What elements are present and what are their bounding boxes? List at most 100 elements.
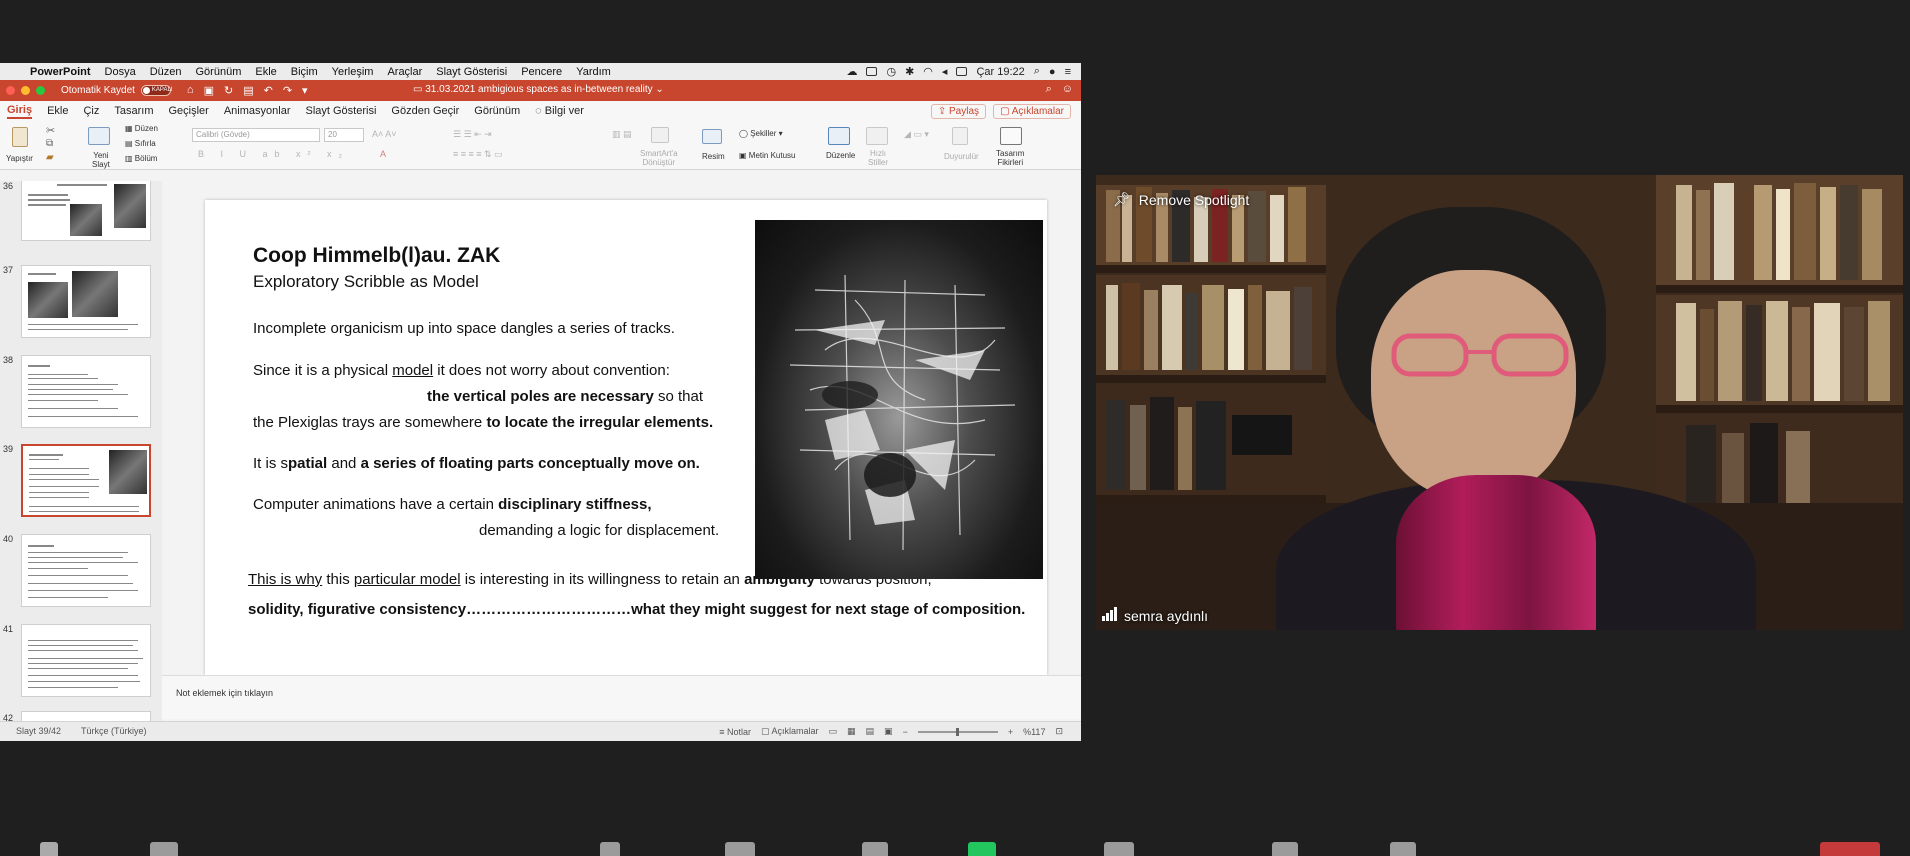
new-slide-label[interactable]: Yeni Slayt bbox=[92, 151, 110, 169]
zoom-slider[interactable] bbox=[917, 727, 998, 736]
slide-photo-model[interactable] bbox=[755, 220, 1043, 579]
share-screen-icon[interactable] bbox=[968, 842, 996, 856]
menu-window[interactable]: Pencere bbox=[521, 66, 562, 78]
slide-thumbnail-38[interactable] bbox=[21, 355, 151, 428]
time-machine-icon[interactable]: ◷ bbox=[886, 65, 896, 78]
picture-icon[interactable] bbox=[702, 129, 722, 144]
bullets-icon[interactable]: ☰ ☰ ⇤ ⇥ bbox=[453, 129, 492, 140]
slide-title[interactable]: Coop Himmelb(l)au. ZAK bbox=[253, 244, 500, 268]
menu-file[interactable]: Dosya bbox=[105, 66, 136, 78]
end-meeting-button[interactable] bbox=[1820, 842, 1880, 856]
copy-icon[interactable]: ⧉ bbox=[46, 138, 53, 149]
close-window-button[interactable] bbox=[6, 86, 15, 95]
align-icons[interactable]: ≡ ≡ ≡ ≡ ⇅ ▭ bbox=[453, 149, 503, 160]
font-name-select[interactable]: Calibri (Gövde) bbox=[192, 128, 320, 142]
battery-icon[interactable] bbox=[956, 67, 968, 76]
normal-view-icon[interactable]: ▭ bbox=[829, 726, 838, 737]
comments-button[interactable]: ▢ Açıklamalar bbox=[993, 104, 1071, 119]
tab-view[interactable]: Görünüm bbox=[474, 105, 520, 117]
clock[interactable]: Çar 19:22 bbox=[976, 66, 1024, 78]
zoom-window-button[interactable] bbox=[36, 86, 45, 95]
video-tile[interactable]: 📌︎ Remove Spotlight semra aydınlı bbox=[1096, 175, 1903, 630]
remove-spotlight-button[interactable]: 📌︎ Remove Spotlight bbox=[1113, 191, 1249, 208]
wifi-icon[interactable]: ◠ bbox=[923, 65, 933, 78]
autosave-toggle[interactable]: KAPALI bbox=[140, 85, 173, 96]
slide-thumbnail-36[interactable] bbox=[21, 181, 151, 241]
home-icon[interactable]: ⌂ bbox=[187, 84, 194, 97]
cloud-icon[interactable]: ☁ bbox=[846, 65, 857, 78]
quick-styles-icon[interactable] bbox=[866, 127, 888, 145]
menu-app[interactable]: PowerPoint bbox=[30, 66, 91, 78]
slide-line-9[interactable]: solidity, figurative consistency……………………… bbox=[248, 601, 1025, 618]
notes-toggle[interactable]: ≡ Notlar bbox=[719, 727, 751, 737]
participants-icon[interactable] bbox=[725, 842, 755, 856]
search-icon[interactable]: ⌕ bbox=[1046, 83, 1052, 96]
new-slide-icon[interactable] bbox=[88, 127, 110, 145]
save-icon[interactable]: ▣ bbox=[204, 84, 214, 97]
font-style-icons[interactable]: B I U ab x² x₂ bbox=[198, 149, 349, 159]
siri-icon[interactable]: ● bbox=[1049, 66, 1056, 78]
tab-animations[interactable]: Animasyonlar bbox=[224, 105, 291, 117]
tab-draw[interactable]: Çiz bbox=[83, 105, 99, 117]
paste-label[interactable]: Yapıştır bbox=[6, 154, 33, 163]
fit-to-window-icon[interactable]: ⊡ bbox=[1055, 726, 1063, 737]
dictate-label[interactable]: Duyurulür bbox=[944, 152, 979, 161]
chevron-down-icon[interactable]: ⌄ bbox=[655, 84, 663, 95]
slide-thumbnail-37[interactable] bbox=[21, 265, 151, 338]
slide-line-4[interactable]: the Plexiglas trays are somewhere to loc… bbox=[253, 414, 713, 431]
volume-icon[interactable]: ◂ bbox=[942, 65, 948, 78]
font-color-icon[interactable]: A bbox=[380, 149, 386, 159]
redo-icon[interactable]: ↻ bbox=[224, 84, 233, 97]
tab-insert[interactable]: Ekle bbox=[47, 105, 68, 117]
tab-home[interactable]: Giriş bbox=[7, 104, 33, 119]
font-size-select[interactable]: 20 bbox=[324, 128, 364, 142]
textbox-button[interactable]: ▣ Metin Kutusu bbox=[739, 151, 795, 160]
smartart-icon[interactable] bbox=[651, 127, 669, 143]
tab-transitions[interactable]: Geçişler bbox=[169, 105, 209, 117]
reading-view-icon[interactable]: ▤ bbox=[866, 726, 875, 737]
slide-line-7[interactable]: demanding a logic for displacement. bbox=[479, 522, 719, 539]
reactions-icon[interactable] bbox=[1272, 842, 1298, 856]
feedback-icon[interactable]: ☺ bbox=[1062, 83, 1073, 96]
picture-label[interactable]: Resim bbox=[702, 152, 725, 161]
slide-line-1[interactable]: Incomplete organicism up into space dang… bbox=[253, 320, 675, 337]
tab-review[interactable]: Gözden Geçir bbox=[391, 105, 459, 117]
print-icon[interactable]: ▤ bbox=[243, 84, 253, 97]
cut-icon[interactable]: ✂ bbox=[46, 124, 55, 137]
bluetooth-icon[interactable]: ✱ bbox=[905, 65, 914, 78]
menu-tools[interactable]: Araçlar bbox=[387, 66, 422, 78]
columns-icon[interactable]: ▥ ▤ bbox=[612, 129, 632, 140]
reset-button[interactable]: ▤ Sıfırla bbox=[125, 139, 156, 148]
tab-design[interactable]: Tasarım bbox=[114, 105, 153, 117]
zoom-in-icon[interactable]: + bbox=[1008, 727, 1013, 737]
menu-view[interactable]: Görünüm bbox=[196, 66, 242, 78]
repeat-icon[interactable]: ↷ bbox=[283, 84, 292, 97]
shapes-button[interactable]: ◯ Şekiller ▾ bbox=[739, 129, 783, 138]
slideshow-view-icon[interactable]: ▣ bbox=[884, 726, 893, 737]
search-icon[interactable]: ⌕ bbox=[1034, 65, 1040, 78]
chat-icon[interactable] bbox=[862, 842, 888, 856]
undo-icon[interactable]: ↶ bbox=[264, 84, 273, 97]
menu-format[interactable]: Biçim bbox=[291, 66, 318, 78]
arrange-label[interactable]: Düzenle bbox=[826, 151, 855, 160]
notes-pane[interactable]: Not eklemek için tıklayın bbox=[162, 675, 1081, 719]
dictate-icon[interactable] bbox=[952, 127, 968, 145]
shape-fill-icons[interactable]: ◢ ▭ ▾ bbox=[904, 129, 929, 140]
designer-label[interactable]: Tasarım Fikirleri bbox=[996, 149, 1024, 167]
record-icon[interactable] bbox=[1104, 842, 1134, 856]
zoom-slider-thumb[interactable] bbox=[955, 727, 959, 736]
smartart-label[interactable]: SmartArt'a Dönüştür bbox=[640, 149, 678, 167]
slide-thumbnail-39[interactable] bbox=[21, 444, 151, 517]
format-painter-icon[interactable]: ▰ bbox=[46, 152, 54, 163]
font-size-up-icon[interactable]: A˄ A˅ bbox=[372, 129, 397, 139]
layout-button[interactable]: ▦ Düzen bbox=[125, 124, 158, 133]
tab-slideshow[interactable]: Slayt Gösterisi bbox=[305, 105, 376, 117]
comments-toggle[interactable]: ▢ Açıklamalar bbox=[761, 726, 819, 737]
section-button[interactable]: ▥ Bölüm bbox=[125, 154, 157, 163]
minimize-window-button[interactable] bbox=[21, 86, 30, 95]
slide-thumbnail-41[interactable] bbox=[21, 624, 151, 697]
slide-line-5[interactable]: It is spatial and a series of floating p… bbox=[253, 455, 700, 472]
slide-thumbnail-42[interactable] bbox=[21, 711, 151, 721]
slide-line-3[interactable]: the vertical poles are necessary so that bbox=[427, 388, 703, 405]
paste-icon[interactable] bbox=[12, 127, 28, 147]
